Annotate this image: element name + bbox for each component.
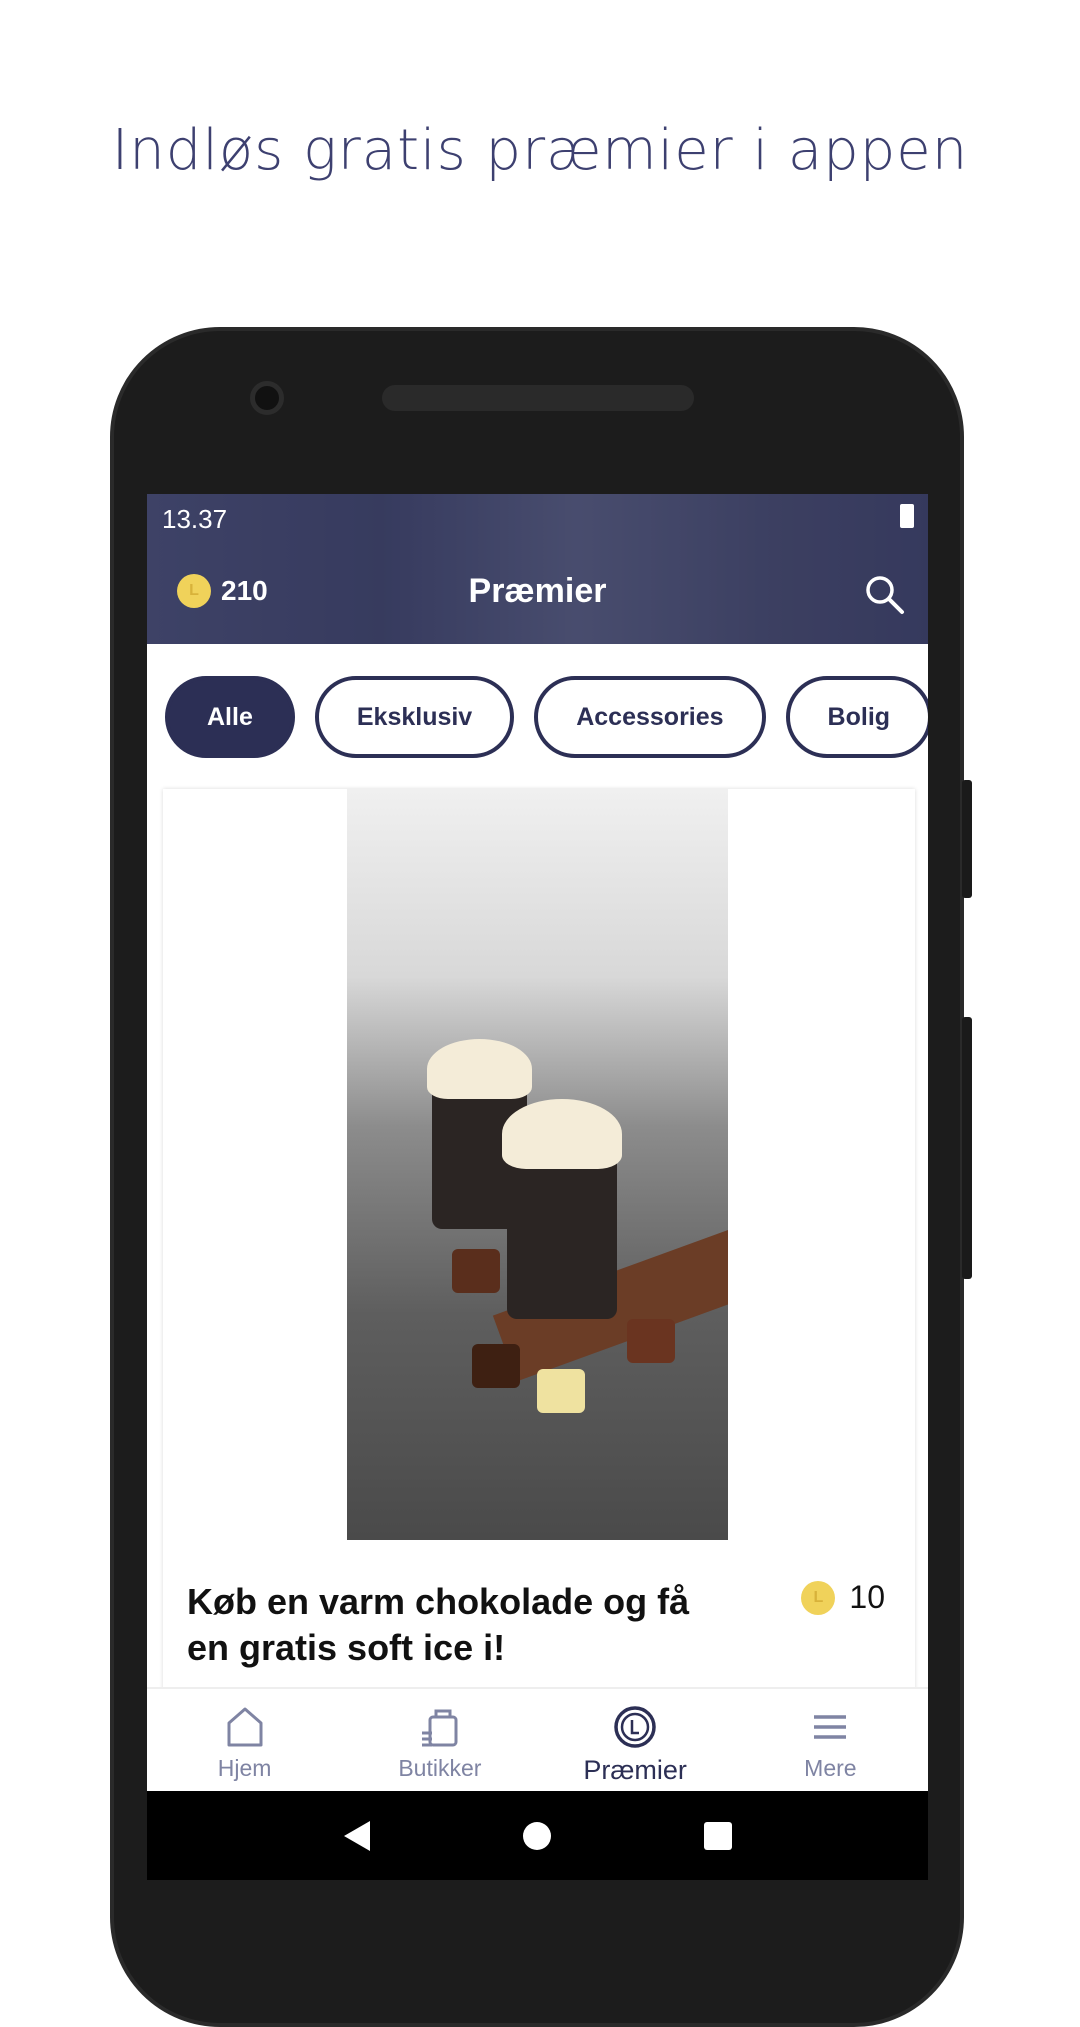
filter-chip-alle[interactable]: Alle (165, 676, 295, 758)
reward-card[interactable]: Køb en varm chokolade og få en gratis so… (163, 789, 915, 1789)
reward-price-value: 10 (849, 1579, 885, 1615)
recents-icon[interactable] (703, 1821, 733, 1851)
home-icon (227, 1707, 263, 1747)
back-icon[interactable] (342, 1819, 372, 1853)
page-headline: Indløs gratis præmier i appen (111, 118, 969, 183)
battery-icon (900, 504, 914, 528)
search-icon[interactable] (862, 572, 906, 616)
bottom-nav: Hjem Butikker Præmier Mere (147, 1687, 928, 1791)
page-title: Præmier (468, 572, 607, 610)
android-nav-bar (147, 1791, 928, 1880)
home-button-icon[interactable] (522, 1821, 552, 1851)
coin-icon (614, 1706, 656, 1748)
nav-item-butikker[interactable]: Butikker (342, 1689, 537, 1791)
nav-label: Butikker (398, 1755, 482, 1781)
shopping-bag-icon (421, 1709, 458, 1747)
reward-image (347, 789, 728, 1540)
power-button (962, 780, 972, 898)
menu-icon (814, 1715, 847, 1739)
nav-label: Hjem (217, 1755, 272, 1781)
nav-label: Præmier (583, 1755, 687, 1785)
camera (250, 381, 284, 415)
filter-chip-bolig[interactable]: Bolig (785, 676, 928, 758)
app-header: 13.37 L 210 Præmier (147, 494, 928, 644)
volume-button (962, 1017, 972, 1279)
reward-title: Køb en varm chokolade og få en gratis so… (187, 1581, 690, 1668)
nav-item-mere[interactable]: Mere (733, 1689, 928, 1791)
nav-item-hjem[interactable]: Hjem (147, 1689, 342, 1791)
nav-item-praemier[interactable]: Præmier (538, 1689, 733, 1791)
speaker (382, 385, 694, 411)
filter-chips: Alle Eksklusiv Accessories Bolig (165, 676, 928, 758)
reward-price: L 10 (801, 1579, 885, 1616)
filter-chip-eksklusiv[interactable]: Eksklusiv (314, 676, 515, 758)
app-screen: 13.37 L 210 Præmier Alle Eksklusiv Acces… (147, 494, 928, 1880)
coin-icon: L (801, 1580, 836, 1615)
status-time: 13.37 (162, 504, 228, 534)
nav-label: Mere (804, 1755, 857, 1781)
filter-chip-accessories[interactable]: Accessories (534, 676, 766, 758)
